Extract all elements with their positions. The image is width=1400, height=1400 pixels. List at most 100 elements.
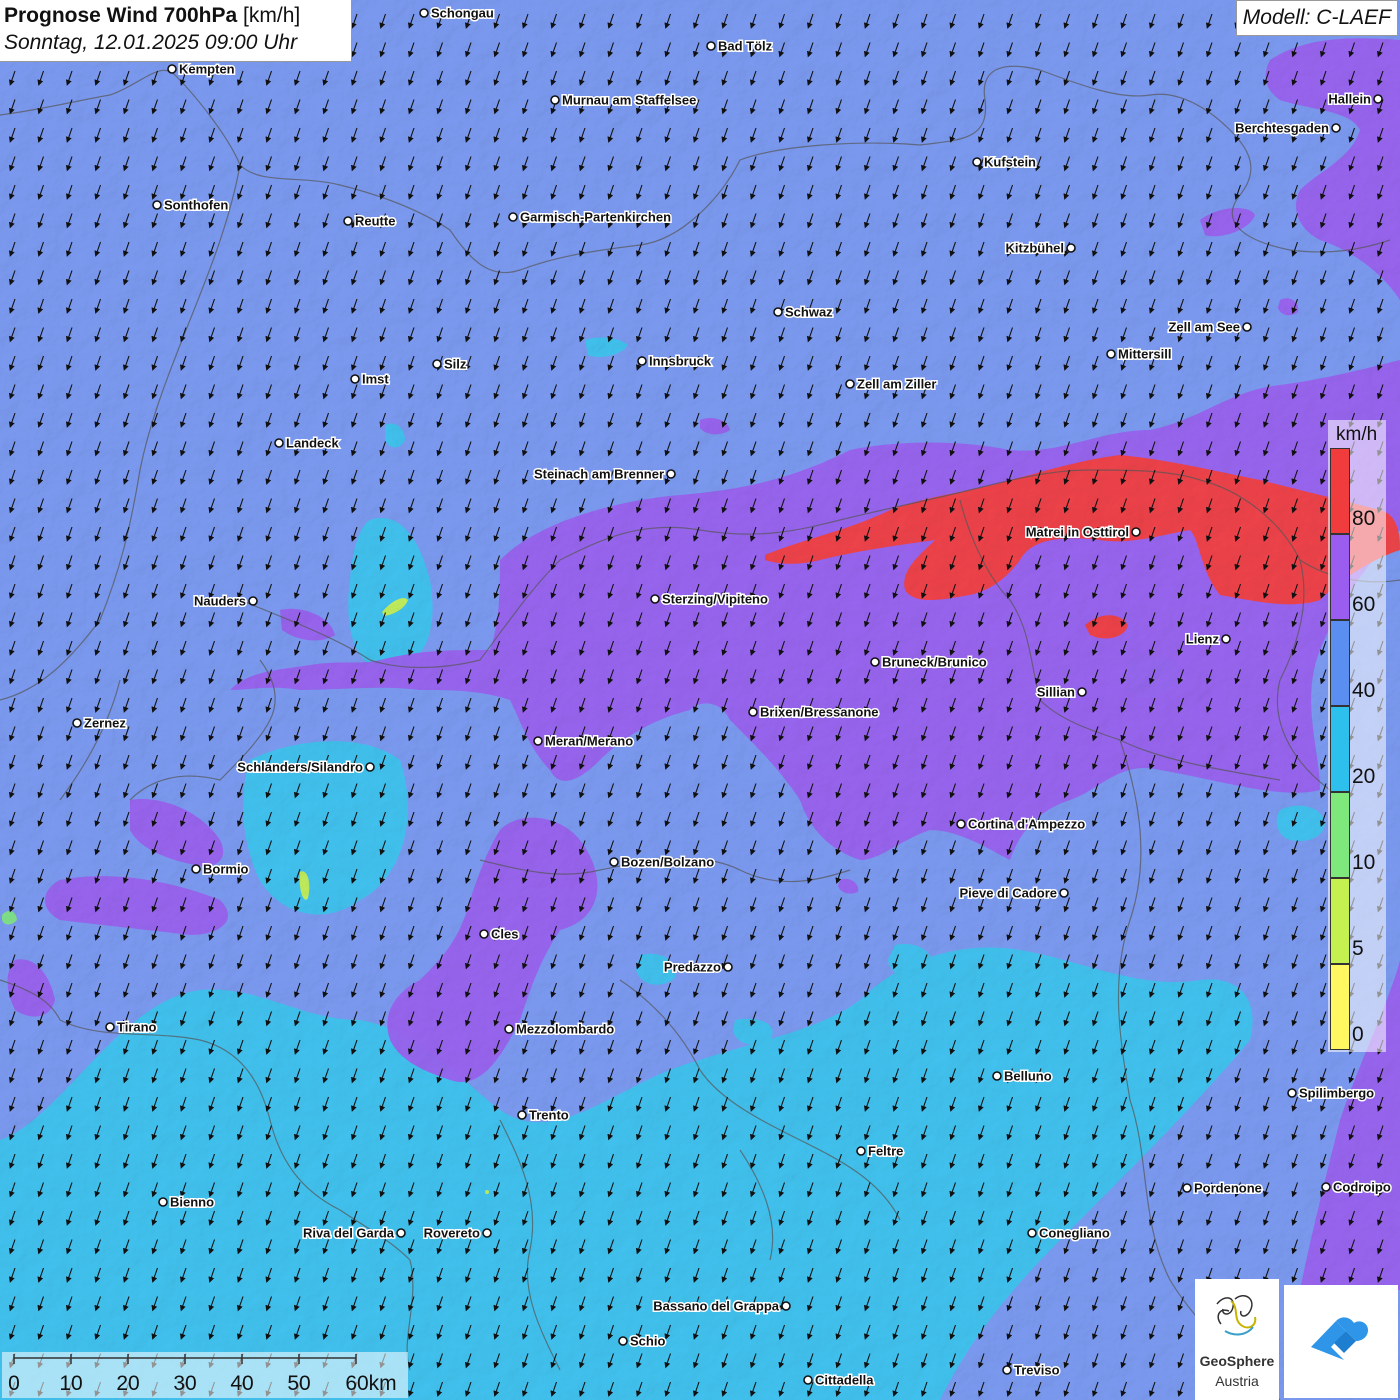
city-dot [191,864,201,874]
city-label: Cortina d'Ampezzo [968,817,1085,832]
city-label: Schlanders/Silandro [237,760,363,775]
city-label: Brixen/Bressanone [760,705,879,720]
city-dot [956,819,966,829]
city-dot [343,216,353,226]
city-label: Meran/Merano [545,734,633,749]
legend-label: 60 [1352,592,1376,616]
city-dot [1131,527,1141,537]
legend-swatch [1330,706,1350,792]
city-dot [666,469,676,479]
city-dot [1077,687,1087,697]
city-label: Berchtesgaden [1235,121,1329,136]
city-label: Kitzbühel [1006,241,1065,256]
city-label: Silz [444,357,467,372]
city-cortina-d-ampezzo: Cortina d'Ampezzo [956,815,1087,833]
legend-label: 80 [1352,506,1376,530]
city-label: Zell am See [1168,320,1240,335]
city-dot [248,596,258,606]
scale-bar: 0 10 20 30 40 50 60km [2,1352,408,1398]
city-label: Mittersill [1118,347,1171,362]
city-berchtesgaden: Berchtesgaden [1234,119,1341,137]
city-schlanders-silandro: Schlanders/Silandro [236,758,375,776]
title-unit: [km/h] [243,4,301,27]
city-dot [1002,1365,1012,1375]
city-label: Matrei in Osttirol [1026,525,1129,540]
city-label: Lienz [1186,632,1220,647]
city-label: Steinach am Brenner [534,467,664,482]
city-label: Pieve di Cadore [959,886,1057,901]
app-brand-icon [1311,1317,1368,1360]
city-dot [105,1022,115,1032]
city-dot [1287,1088,1297,1098]
city-label: Predazzo [664,960,721,975]
city-label: Tirano [117,1020,157,1035]
city-dot [479,929,489,939]
city-dot [365,762,375,772]
city-zell-am-see: Zell am See [1167,318,1252,336]
city-zell-am-ziller: Zell am Ziller [845,375,938,393]
scale-label: 60km [345,1372,397,1395]
city-dot [1331,123,1341,133]
scale-label: 30 [173,1372,197,1395]
city-riva-del-garda: Riva del Garda [301,1224,406,1242]
city-dot [773,307,783,317]
city-dot [1066,243,1076,253]
city-label: Cles [491,927,518,942]
city-steinach-am-brenner: Steinach am Brenner [532,465,676,483]
city-dot [1027,1228,1037,1238]
city-label: Feltre [868,1144,903,1159]
legend-swatch [1330,878,1350,964]
logo-subtitle: Austria [1215,1373,1259,1389]
city-bassano-del-grappa: Bassano del Grappa [652,1297,791,1315]
legend-label: 20 [1352,764,1376,788]
city-label: Conegliano [1039,1226,1110,1241]
city-dot [1106,349,1116,359]
city-label: Sonthofen [164,198,228,213]
scale-label: 50 [287,1372,311,1395]
city-dot [350,374,360,384]
city-pordenone: Pordenone [1182,1179,1263,1197]
city-dot [533,736,543,746]
city-dot [1242,322,1252,332]
legend-swatch [1330,448,1350,534]
city-label: Bienno [170,1195,214,1210]
wind-forecast-map[interactable]: Schongau Bad Tölz Kempten Murnau am Staffel… [0,0,1400,1400]
city-label: Schwaz [785,305,833,320]
city-dot [504,1024,514,1034]
city-bruneck-brunico: Bruneck/Brunico [870,653,988,671]
city-label: Sillian [1037,685,1075,700]
map-canvas: Schongau Bad Tölz Kempten Murnau am Staffel… [0,0,1400,1400]
city-label: Zell am Ziller [857,377,936,392]
legend-label: 0 [1352,1022,1364,1046]
scale-label: 10 [59,1372,83,1395]
legend-swatch [1330,620,1350,706]
city-innsbruck: Innsbruck [637,352,713,370]
city-sonthofen: Sonthofen [152,196,230,214]
city-dot [856,1146,866,1156]
city-label: Mezzolombardo [516,1022,614,1037]
legend-swatch [1330,964,1350,1050]
city-mezzolombardo: Mezzolombardo [504,1020,616,1038]
city-matrei-in-osttirol: Matrei in Osttirol [1024,523,1141,541]
city-label: Rovereto [424,1226,480,1241]
city-label: Schongau [431,6,494,21]
city-label: Sterzing/Vipiteno [662,592,768,607]
city-dot [803,1375,813,1385]
city-dot [972,157,982,167]
city-label: Bormio [203,862,249,877]
legend-label: 10 [1352,850,1376,874]
city-codroipo: Codroipo [1321,1178,1392,1196]
city-dot [748,707,758,717]
city-dot [650,594,660,604]
city-dot [706,41,716,51]
city-dot [274,438,284,448]
geosphere-mark-icon [1216,1295,1257,1336]
city-label: Reutte [355,214,395,229]
city-murnau-am-staffelsee: Murnau am Staffelsee [550,91,698,109]
city-dot [1182,1183,1192,1193]
city-dot [870,657,880,667]
city-dot [723,962,733,972]
city-dot [508,212,518,222]
city-label: Innsbruck [649,354,712,369]
city-dot [618,1336,628,1346]
